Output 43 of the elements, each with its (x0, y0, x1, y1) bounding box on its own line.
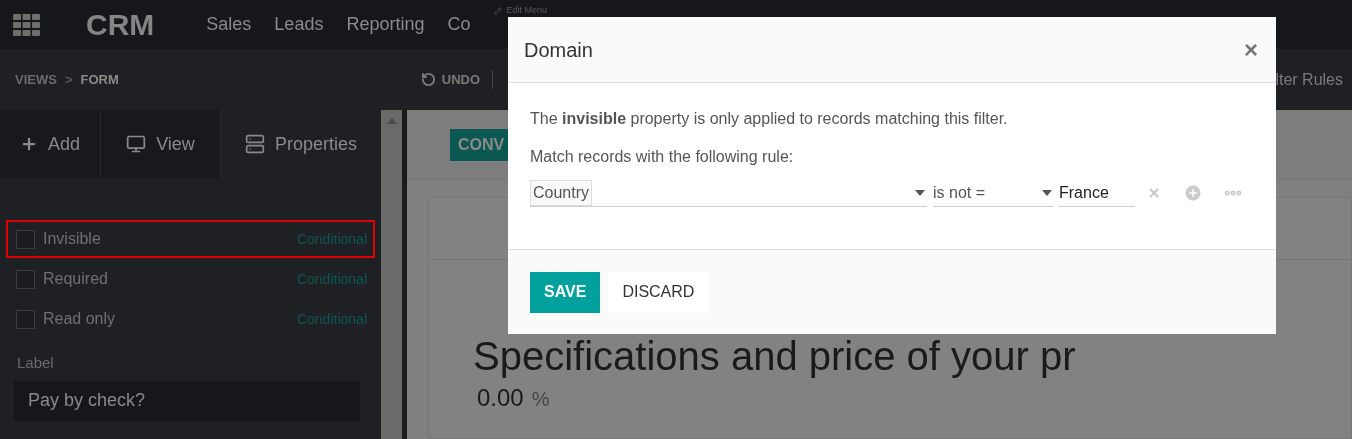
close-button[interactable]: × (1244, 37, 1258, 62)
edit-menu-link[interactable]: Edit Menu (494, 3, 547, 18)
dialog-description: The invisible property is only applied to records matching this filter. (530, 109, 1009, 129)
monitor-icon (126, 134, 147, 154)
sidebar-tab[interactable]: Add (0, 110, 101, 178)
delete-icon[interactable] (1147, 186, 1161, 200)
filter-rules-link[interactable]: lter Rules (1275, 67, 1343, 92)
property-label: Required (43, 269, 108, 289)
apps-grid-icon (13, 13, 40, 36)
property-label: Invisible (43, 229, 101, 249)
add-icon[interactable] (1183, 183, 1203, 203)
rule-intro: Match records with the following rule: (530, 147, 795, 167)
checkbox[interactable] (16, 309, 35, 329)
undo-button[interactable]: UNDO (420, 69, 494, 90)
undo-icon (420, 72, 436, 87)
dialog-title: Domain (524, 37, 593, 63)
field-label: Label (17, 353, 55, 373)
breadcrumb-separator: > (64, 70, 73, 89)
menu-item[interactable]: Sales (206, 11, 252, 38)
operator-select[interactable]: is not = (933, 179, 1054, 207)
unit-text: % (531, 387, 550, 412)
sidebar-tab[interactable]: View (101, 110, 221, 178)
property-label: Read only (43, 309, 116, 329)
server-icon (244, 134, 265, 154)
breadcrumb-current: FORM (80, 70, 119, 89)
pencil-icon (494, 6, 503, 15)
menu-item[interactable]: Co (447, 11, 471, 38)
checkbox[interactable] (16, 229, 35, 249)
discard-button[interactable]: DISCARD (608, 271, 709, 313)
breadcrumb-link[interactable]: VIEWS (15, 69, 57, 90)
form-heading: Specifications and price of your pr (473, 333, 1077, 380)
scroll-up-icon[interactable] (386, 118, 397, 124)
label-input[interactable]: Pay by check? (14, 380, 360, 421)
app-title: CRM (86, 7, 155, 43)
scrollbar[interactable] (381, 110, 402, 439)
field-select[interactable]: Country (530, 179, 927, 207)
menu-item[interactable]: Leads (274, 11, 324, 38)
menu-item[interactable]: Reporting (346, 11, 425, 38)
value-text: 0.00 (477, 383, 524, 413)
value-input[interactable]: France (1059, 179, 1135, 207)
plus-icon (20, 135, 38, 153)
checkbox[interactable] (16, 269, 35, 289)
save-button[interactable]: SAVE (530, 271, 601, 313)
